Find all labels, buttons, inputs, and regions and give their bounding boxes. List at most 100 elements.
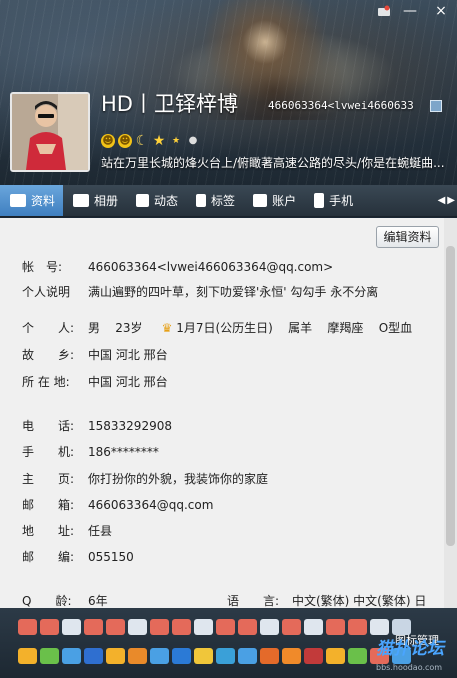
birthday-value: 1月7日(公历生日) bbox=[176, 321, 273, 335]
tab-album[interactable]: 相册 bbox=[63, 185, 126, 216]
bio-value: 满山遍野的四叶草，刻下叻爱铎'永恒' 勾勾手 永不分离 bbox=[88, 285, 379, 299]
nickname: HD丨卫铎梓博 bbox=[101, 92, 238, 116]
service-icon[interactable] bbox=[18, 648, 37, 664]
account-value: 466063364<lvwei466063364@qq.com> bbox=[88, 260, 334, 274]
avatar-image bbox=[12, 94, 88, 170]
avatar[interactable] bbox=[10, 92, 90, 172]
service-icon[interactable] bbox=[348, 648, 367, 664]
service-icon[interactable] bbox=[106, 648, 125, 664]
signature[interactable]: 站在万里长城的烽火台上/俯瞰著高速公路的尽头/你是在蜿蜒曲... bbox=[101, 155, 449, 171]
level-badges: ☻ ☻ ☾ ★ ★ ● bbox=[101, 133, 200, 149]
phone-icon bbox=[314, 193, 325, 208]
service-icon[interactable] bbox=[194, 619, 213, 635]
service-icon[interactable] bbox=[128, 648, 147, 664]
qage-label: Q 龄: bbox=[22, 594, 72, 608]
tab-phone[interactable]: 手机 bbox=[304, 185, 361, 216]
service-icon[interactable] bbox=[18, 619, 37, 635]
service-icon-bar: 图标管理 猫扑论坛 bbs.hoodao.com bbox=[0, 608, 457, 678]
scrollbar[interactable] bbox=[444, 218, 457, 608]
service-icon[interactable] bbox=[194, 648, 213, 664]
penguin-icon[interactable]: ● bbox=[186, 134, 200, 148]
qage-value: 6年 bbox=[88, 594, 108, 608]
location-value: 中国 河北 邢台 bbox=[88, 375, 168, 389]
service-icon[interactable] bbox=[282, 619, 301, 635]
minimize-button[interactable]: — bbox=[400, 3, 420, 19]
phone-value: 15833292908 bbox=[88, 419, 172, 433]
service-icon[interactable] bbox=[40, 648, 59, 664]
address-label: 地 址: bbox=[22, 524, 75, 538]
service-icon[interactable] bbox=[106, 619, 125, 635]
location-label: 所 在 地: bbox=[22, 375, 70, 389]
phone-label: 电 话: bbox=[22, 419, 75, 433]
service-icon[interactable] bbox=[238, 648, 257, 664]
edit-card-icon[interactable] bbox=[430, 100, 442, 112]
service-icon[interactable] bbox=[282, 648, 301, 664]
service-icon[interactable] bbox=[370, 619, 389, 635]
profile-header: — × HD丨卫铎梓博 466063364<lvwei4660633 ☻ ☻ ☾… bbox=[0, 0, 457, 185]
service-icon[interactable] bbox=[304, 648, 323, 664]
watermark: 猫扑论坛 bbox=[376, 639, 444, 659]
mobile-value: 186******** bbox=[88, 445, 159, 459]
profile-details: 编辑资料 帐 号: 466063364<lvwei466063364@qq.co… bbox=[0, 218, 457, 608]
sun-icon[interactable]: ☻ bbox=[118, 134, 132, 148]
feed-icon bbox=[136, 194, 150, 207]
tab-account[interactable]: 账户 bbox=[243, 185, 304, 216]
star-icon[interactable]: ★ bbox=[169, 134, 183, 148]
email-label: 邮 箱: bbox=[22, 498, 75, 512]
language-label: 语 言: bbox=[227, 594, 280, 608]
tab-tags[interactable]: 标签 bbox=[186, 185, 243, 216]
qq-account: 466063364<lvwei4660633 bbox=[268, 99, 414, 112]
service-icon[interactable] bbox=[128, 619, 147, 635]
close-button[interactable]: × bbox=[430, 3, 452, 19]
tag-icon bbox=[196, 194, 207, 207]
service-icon[interactable] bbox=[348, 619, 367, 635]
service-icon[interactable] bbox=[62, 619, 81, 635]
service-icon[interactable] bbox=[216, 648, 235, 664]
email-value: 466063364@qq.com bbox=[88, 498, 214, 512]
mobile-label: 手 机: bbox=[22, 445, 75, 459]
service-icon[interactable] bbox=[304, 619, 323, 635]
service-icon[interactable] bbox=[172, 619, 191, 635]
service-icon[interactable] bbox=[150, 619, 169, 635]
service-icon[interactable] bbox=[84, 648, 103, 664]
blood-type-value: O型血 bbox=[378, 321, 413, 335]
zip-label: 邮 编: bbox=[22, 550, 75, 564]
language-value: 中文(繁体) 中文(繁体) 日 bbox=[292, 594, 427, 608]
age-value: 23岁 bbox=[115, 321, 143, 335]
service-icon[interactable] bbox=[326, 648, 345, 664]
homepage-label: 主 页: bbox=[22, 472, 75, 486]
hometown-label: 故 乡: bbox=[22, 348, 75, 362]
service-icons-row-1 bbox=[18, 619, 411, 635]
wallet-icon bbox=[253, 194, 268, 207]
tab-profile[interactable]: 资料 bbox=[0, 185, 64, 216]
service-icon[interactable] bbox=[150, 648, 169, 664]
service-icons-row-2 bbox=[18, 648, 411, 664]
tab-feed[interactable]: 动态 bbox=[126, 185, 186, 216]
service-icon[interactable] bbox=[260, 619, 279, 635]
sun-icon[interactable]: ☻ bbox=[101, 134, 115, 148]
service-icon[interactable] bbox=[172, 648, 191, 664]
constellation-value: 摩羯座 bbox=[327, 321, 364, 335]
scrollbar-thumb[interactable] bbox=[446, 246, 455, 546]
crown-icon: ♛ bbox=[161, 321, 173, 335]
service-icon[interactable] bbox=[260, 648, 279, 664]
star-icon[interactable]: ★ bbox=[152, 134, 166, 148]
photo-icon bbox=[73, 194, 90, 207]
service-icon[interactable] bbox=[238, 619, 257, 635]
chevron-left-icon[interactable]: ◀ bbox=[438, 195, 446, 206]
service-icon[interactable] bbox=[326, 619, 345, 635]
tab-scroll: ◀ ▶ bbox=[436, 185, 457, 216]
edit-profile-button[interactable]: 编辑资料 bbox=[376, 226, 439, 248]
service-icon[interactable] bbox=[216, 619, 235, 635]
chevron-right-icon[interactable]: ▶ bbox=[447, 195, 455, 206]
bio-label: 个人说明 bbox=[22, 285, 71, 299]
gender-value: 男 bbox=[88, 321, 101, 335]
moon-icon[interactable]: ☾ bbox=[135, 134, 149, 148]
person-label: 个 人: bbox=[22, 321, 75, 335]
service-icon[interactable] bbox=[62, 648, 81, 664]
skin-icon[interactable] bbox=[377, 5, 391, 17]
account-label: 帐 号: bbox=[22, 260, 63, 274]
service-icon[interactable] bbox=[40, 619, 59, 635]
watermark-url: bbs.hoodao.com bbox=[376, 663, 443, 672]
service-icon[interactable] bbox=[84, 619, 103, 635]
